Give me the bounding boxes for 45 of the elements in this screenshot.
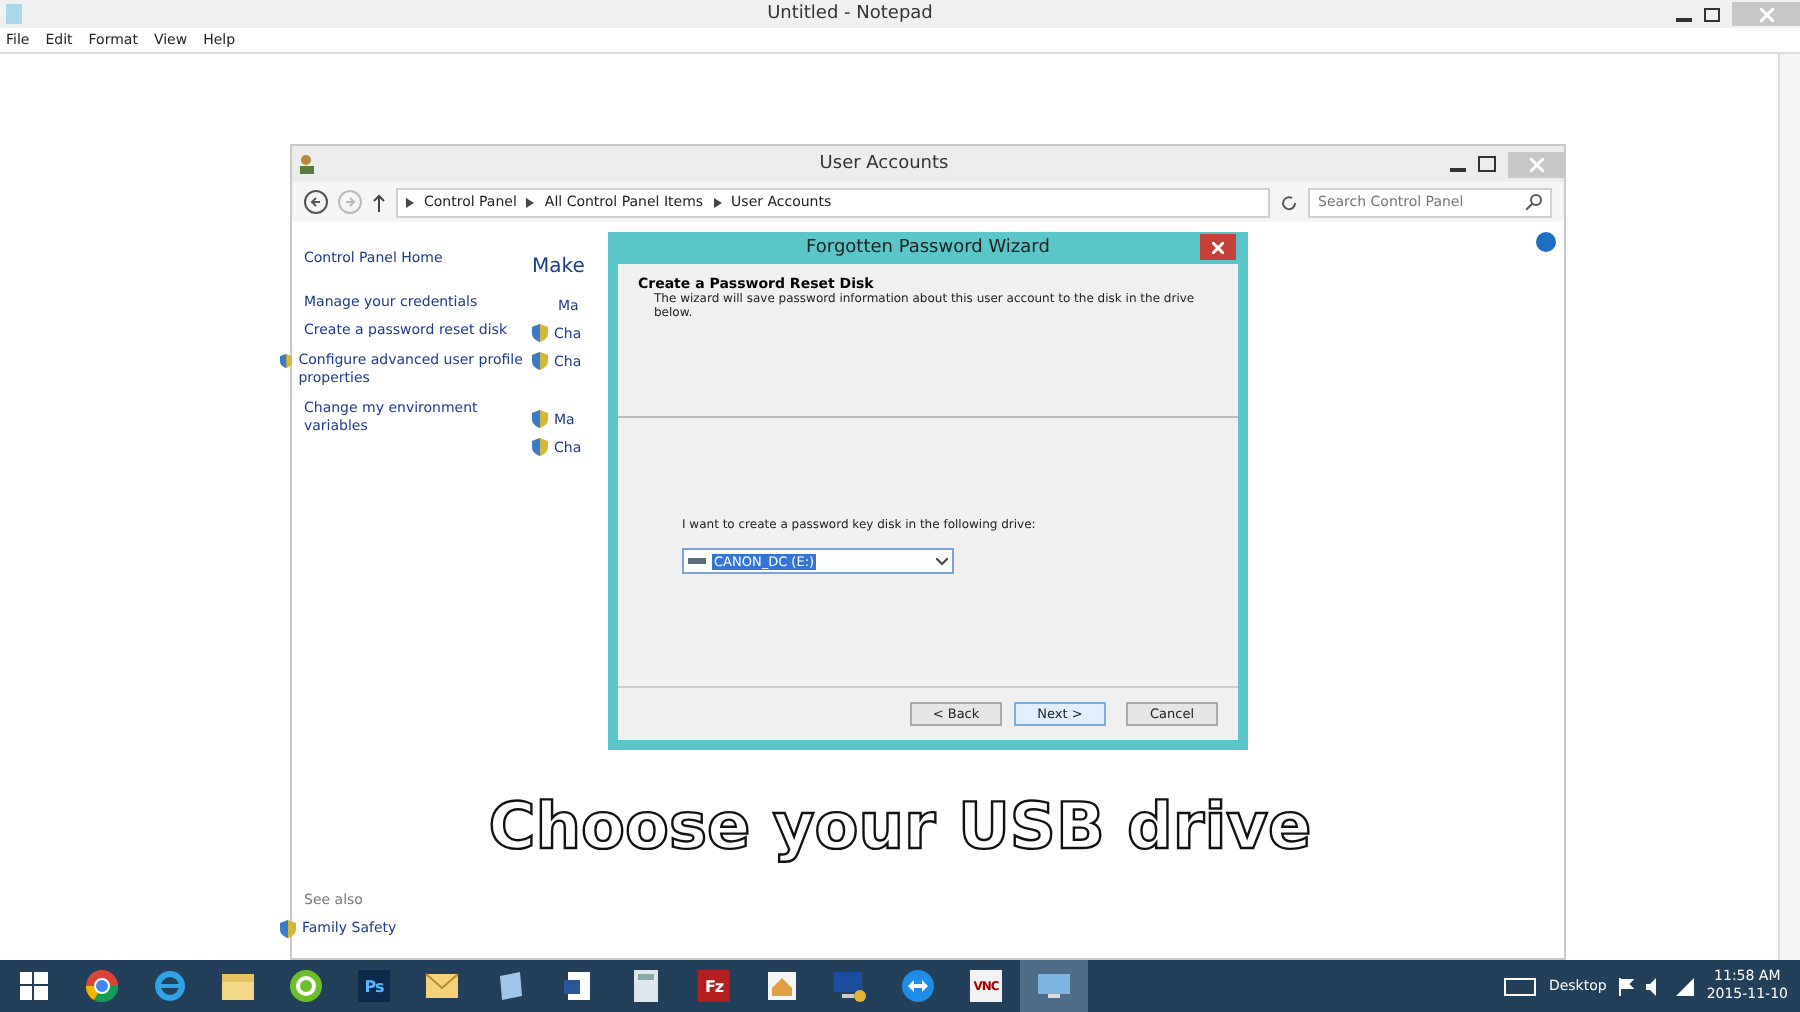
close-icon [1529,157,1543,171]
browser-e-icon[interactable] [154,970,186,1002]
shield-icon [280,351,293,369]
notepad-icon [4,4,24,24]
ring-logo-icon[interactable] [290,970,322,1002]
window-title: User Accounts [817,154,951,174]
back-icon[interactable] [304,190,328,214]
chevron-right-icon [406,197,414,207]
chevron-right-icon [526,197,535,207]
maximize-icon[interactable] [1478,156,1496,172]
shield-icon [532,324,548,342]
chevron-right-icon [713,197,722,207]
signal-icon[interactable] [1676,977,1695,995]
round-browser-icon[interactable] [86,970,118,1002]
app-icon[interactable]: Fz [698,970,730,1002]
dialog-title: Forgotten Password Wizard [804,238,1052,258]
shield-icon [532,438,548,456]
caption: Choose your USB drive [486,788,1314,864]
restore-icon[interactable] [1704,6,1720,22]
search-icon[interactable] [1526,194,1542,210]
notebook-icon[interactable] [494,970,526,1002]
up-arrow-icon[interactable] [372,193,386,211]
house-icon[interactable] [766,970,798,1002]
chevron-down-icon [936,557,948,565]
shield-icon [280,919,296,937]
folder-icon[interactable] [220,970,256,1002]
window-title: Untitled - Notepad [765,4,935,24]
close-icon [1212,241,1224,253]
scrollbar[interactable] [1778,54,1800,960]
drive-icon [688,556,706,566]
envelope-icon[interactable] [424,972,460,1000]
document-icon[interactable] [562,970,594,1002]
page-heading: Make [532,256,585,278]
app-icon[interactable]: Ps [358,970,390,1002]
monitor-icon[interactable] [832,970,868,1002]
shield-icon [532,410,548,428]
close-icon [1759,7,1773,21]
monitor-icon[interactable] [1036,972,1072,1000]
windows-logo-icon[interactable] [20,972,48,1000]
refresh-icon[interactable] [1280,193,1298,211]
keyboard-icon[interactable] [1504,977,1537,995]
users-icon [298,154,318,174]
shield-icon [532,352,548,370]
close-button[interactable] [1200,234,1236,260]
flag-icon[interactable] [1618,977,1635,995]
